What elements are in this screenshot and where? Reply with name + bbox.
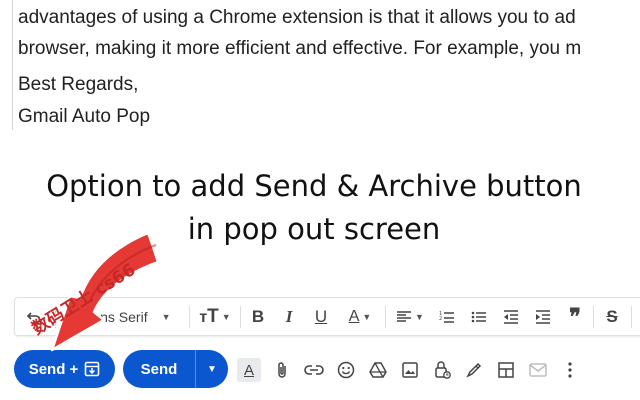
- compose-action-bar: Send + Send ▼ A: [0, 350, 640, 390]
- strikethrough-icon[interactable]: S: [601, 298, 623, 335]
- drive-icon[interactable]: [366, 358, 390, 382]
- italic-icon[interactable]: I: [278, 298, 300, 335]
- formatting-options-icon[interactable]: A: [237, 358, 261, 382]
- layouts-icon[interactable]: [494, 358, 518, 382]
- archive-icon: [84, 361, 100, 377]
- send-divider: [195, 350, 196, 388]
- email-body-line-2: browser, making it more efficient and ef…: [18, 38, 582, 59]
- send-and-archive-button[interactable]: Send +: [14, 350, 115, 388]
- toolbar-separator: [385, 306, 386, 328]
- indent-more-icon[interactable]: [531, 298, 555, 335]
- caption-line-1: Option to add Send & Archive button: [46, 169, 582, 203]
- align-icon[interactable]: ▼: [393, 298, 427, 335]
- numbered-list-icon[interactable]: 12: [435, 298, 459, 335]
- caption-line-2: in pop out screen: [187, 212, 441, 246]
- send-and-archive-label: Send +: [28, 360, 79, 378]
- signature-name: Gmail Auto Pop: [18, 106, 151, 127]
- toolbar-separator: [593, 306, 594, 328]
- send-button[interactable]: Send: [123, 361, 195, 378]
- email-body[interactable]: advantages of using a Chrome extension i…: [0, 0, 640, 132]
- link-icon[interactable]: [302, 358, 326, 382]
- text-color-icon[interactable]: A ▼: [343, 298, 377, 335]
- more-options-icon[interactable]: [558, 358, 582, 382]
- signature-greeting: Best Regards,: [18, 74, 139, 95]
- signature-icon[interactable]: [462, 358, 486, 382]
- bulleted-list-icon[interactable]: [467, 298, 491, 335]
- font-family-label: Sans Serif: [83, 308, 148, 325]
- photo-icon[interactable]: [398, 358, 422, 382]
- indent-less-icon[interactable]: [499, 298, 523, 335]
- font-size-icon[interactable]: тT ▼: [197, 298, 233, 335]
- formatting-toolbar: Sans Serif ▼ тT ▼ B I U A ▼ ▼ 12 ❞ S: [14, 297, 640, 336]
- toolbar-separator: [631, 306, 632, 328]
- toolbar-separator: [189, 306, 190, 328]
- underline-icon[interactable]: U: [310, 298, 332, 335]
- email-body-line-1: advantages of using a Chrome extension i…: [18, 7, 576, 28]
- confidential-mode-icon[interactable]: [430, 358, 454, 382]
- bold-icon[interactable]: B: [247, 298, 269, 335]
- svg-text:2: 2: [439, 316, 442, 322]
- emoji-icon[interactable]: [334, 358, 358, 382]
- quote-icon[interactable]: ❞: [563, 298, 587, 335]
- attach-icon[interactable]: [270, 358, 294, 382]
- send-options-chevron-icon[interactable]: ▼: [196, 364, 228, 375]
- toolbar-separator: [240, 306, 241, 328]
- schedule-icon[interactable]: [526, 358, 550, 382]
- font-family-select[interactable]: Sans Serif ▼: [83, 298, 183, 335]
- chevron-down-icon: ▼: [161, 311, 171, 322]
- quote-bar: [12, 0, 13, 130]
- send-button-group: Send ▼: [123, 350, 228, 388]
